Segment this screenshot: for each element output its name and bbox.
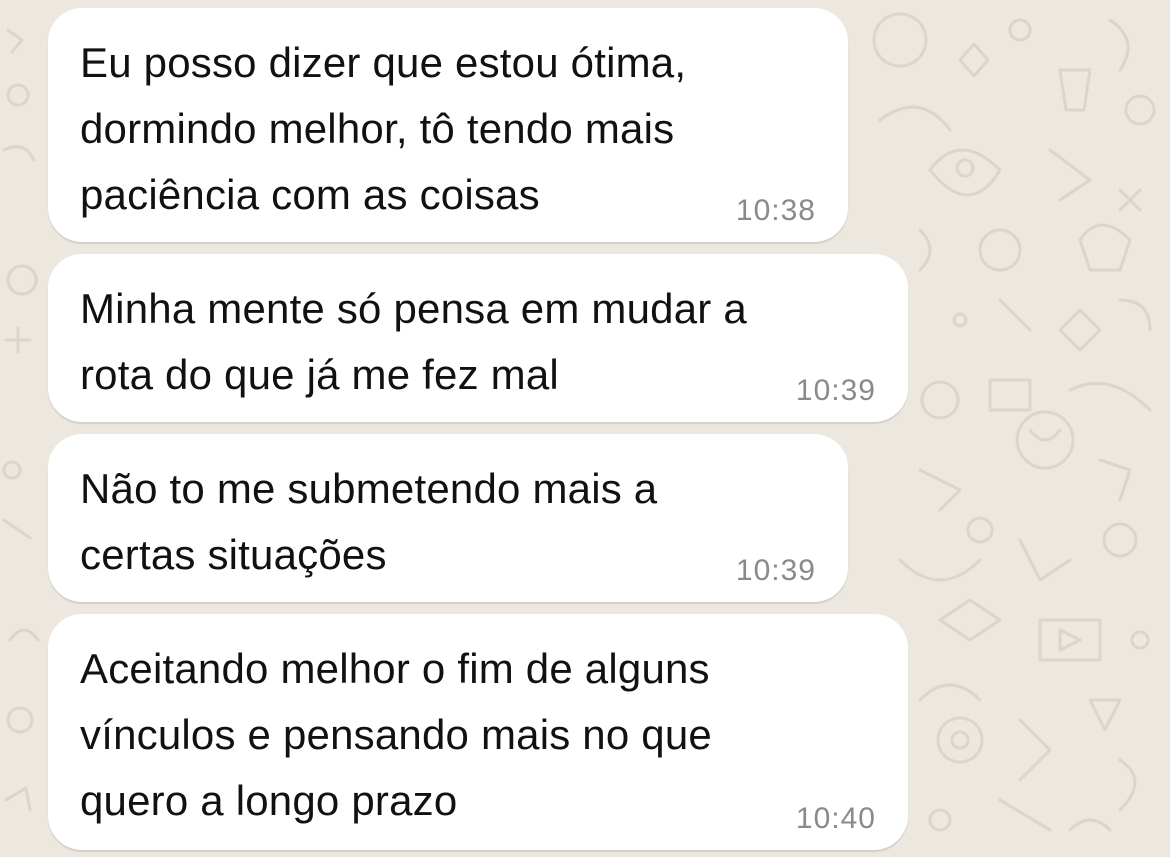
message-timestamp: 10:39	[795, 374, 876, 407]
message-bubble[interactable]: Minha mente só pensa em mudar a rota do …	[48, 254, 908, 422]
message-text: Não to me submetendo mais a certas situa…	[80, 465, 658, 578]
message-bubble[interactable]: Aceitando melhor o fim de alguns vínculo…	[48, 614, 908, 850]
message-text: Eu posso dizer que estou ótima, dormindo…	[80, 39, 687, 218]
message-bubble[interactable]: Eu posso dizer que estou ótima, dormindo…	[48, 8, 848, 242]
message-text: Aceitando melhor o fim de alguns vínculo…	[80, 645, 712, 824]
message-timestamp: 10:39	[735, 554, 816, 587]
message-timestamp: 10:38	[735, 194, 816, 227]
chat-message-list[interactable]: Eu posso dizer que estou ótima, dormindo…	[0, 0, 1170, 857]
message-bubble[interactable]: Não to me submetendo mais a certas situa…	[48, 434, 848, 602]
message-timestamp: 10:40	[795, 802, 876, 835]
message-text: Minha mente só pensa em mudar a rota do …	[80, 285, 747, 398]
